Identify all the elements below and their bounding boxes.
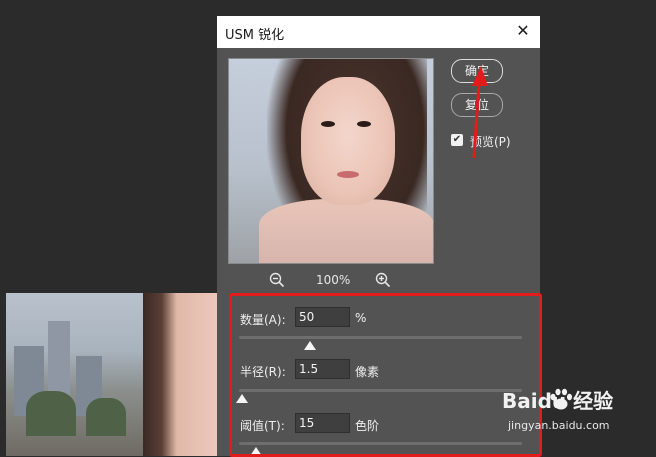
- threshold-slider-thumb[interactable]: [249, 447, 262, 456]
- close-icon[interactable]: ✕: [514, 22, 532, 40]
- zoom-bar: 100%: [228, 270, 432, 290]
- preview-image[interactable]: [228, 58, 434, 264]
- reset-button[interactable]: 复位: [451, 93, 503, 117]
- dialog-title: USM 锐化: [225, 28, 285, 43]
- zoom-out-icon[interactable]: [268, 271, 286, 289]
- zoom-in-icon[interactable]: [374, 271, 392, 289]
- dialog-titlebar: USM 锐化 ✕: [217, 16, 540, 48]
- usm-sharpen-dialog: USM 锐化 ✕ 100% 确定 复位 ✔ 预览(P) 数量(A): 50 % …: [217, 16, 540, 456]
- ok-button[interactable]: 确定: [451, 59, 503, 83]
- watermark-logo: Baidu 经验: [502, 389, 614, 413]
- amount-unit: %: [355, 311, 367, 325]
- threshold-slider-track[interactable]: [239, 442, 522, 445]
- amount-label: 数量(A):: [240, 313, 286, 327]
- threshold-unit: 色阶: [355, 419, 380, 433]
- radius-label: 半径(R):: [240, 365, 286, 379]
- parameters-panel: 数量(A): % 半径(R): 像素 阈值(T): 色阶: [229, 296, 529, 456]
- amount-input[interactable]: [295, 307, 350, 327]
- background-photo: [6, 293, 218, 456]
- amount-slider-thumb[interactable]: [303, 341, 316, 350]
- preview-label: 预览(P): [470, 135, 511, 149]
- radius-input[interactable]: [295, 359, 350, 379]
- checkbox-check-icon[interactable]: ✔: [451, 134, 463, 146]
- radius-slider-thumb[interactable]: [235, 394, 248, 403]
- zoom-level: 100%: [316, 273, 351, 287]
- amount-slider-track[interactable]: [239, 336, 522, 339]
- threshold-label: 阈值(T):: [240, 419, 285, 433]
- radius-slider-track[interactable]: [239, 389, 522, 392]
- radius-unit: 像素: [355, 365, 380, 379]
- watermark-url: jingyan.baidu.com: [508, 419, 610, 432]
- threshold-input[interactable]: [295, 413, 350, 433]
- baidu-watermark: Baidu 经验 jingyan.baidu.com: [502, 385, 652, 445]
